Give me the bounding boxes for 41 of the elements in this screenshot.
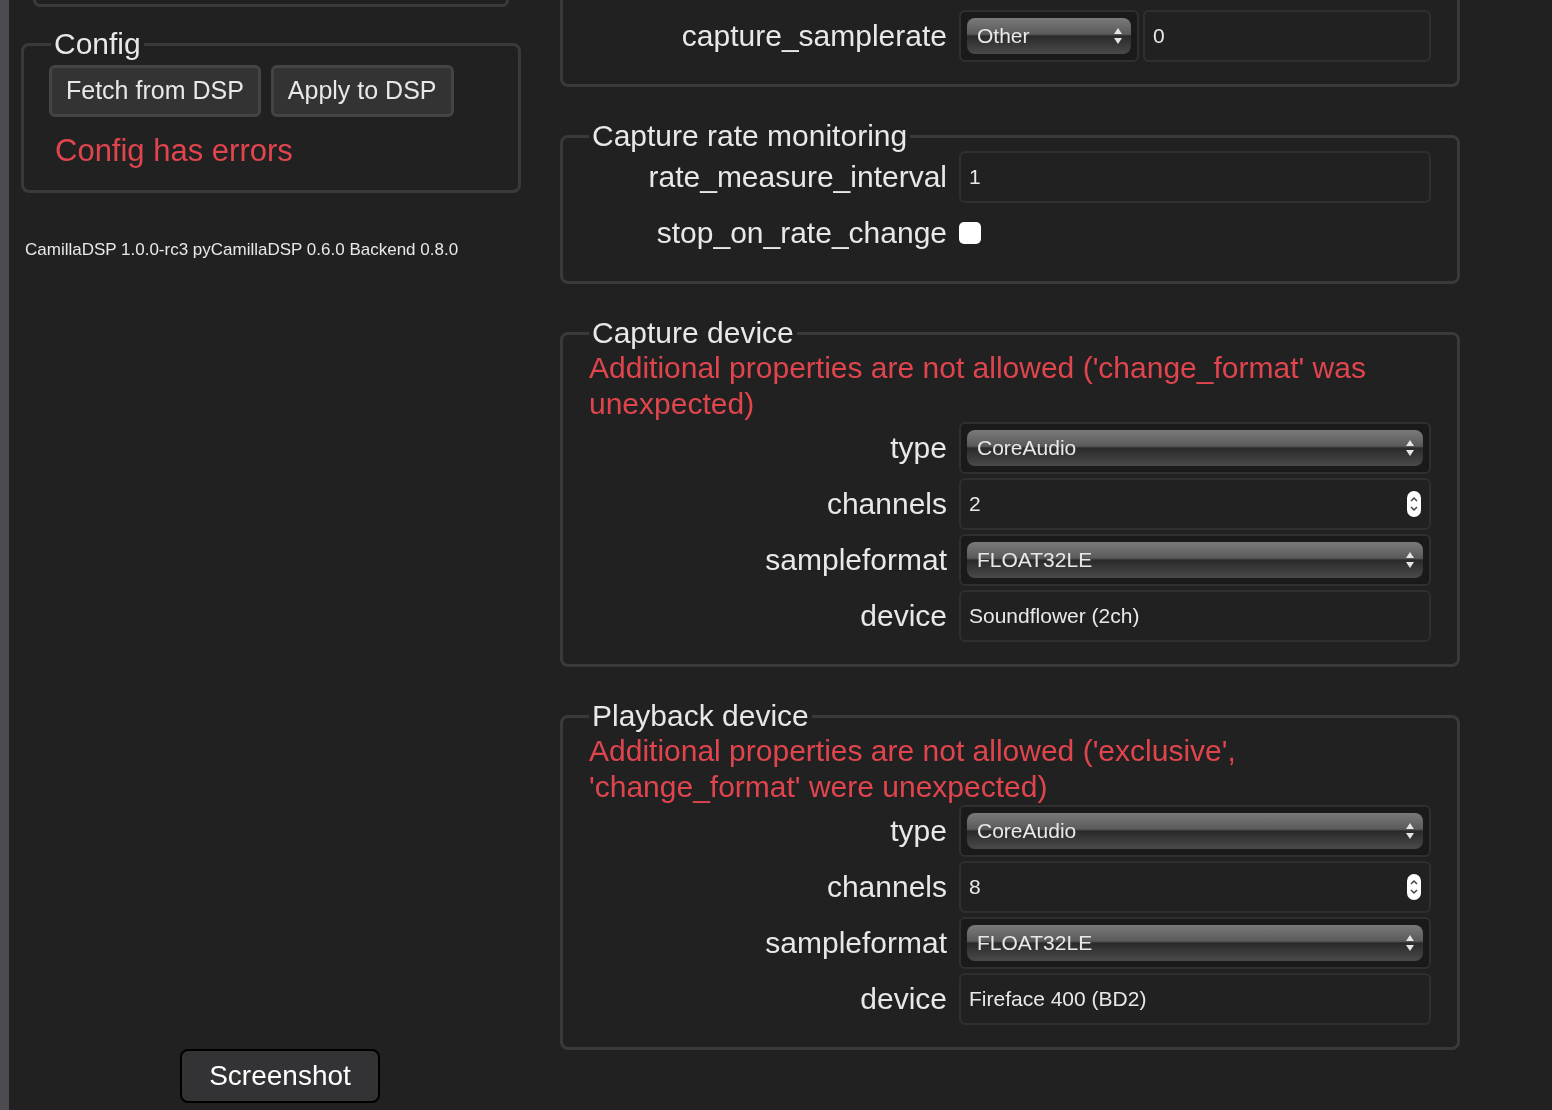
dropdown-select[interactable]: CoreAudio	[959, 422, 1431, 474]
updown-arrows-icon	[1405, 822, 1415, 840]
field-label: sampleformat	[764, 928, 947, 958]
input-field[interactable]: 0	[1143, 10, 1431, 62]
spinner-icon[interactable]	[1407, 491, 1421, 517]
dropdown-select[interactable]: FLOAT32LE	[959, 917, 1431, 969]
updown-arrows-icon	[1113, 27, 1123, 45]
input-field[interactable]: Fireface 400 (BD2)	[959, 973, 1431, 1025]
error-message: Additional properties are not allowed ('change_format' was unexpected)	[589, 350, 1367, 422]
input-field[interactable]: Soundflower (2ch)	[959, 590, 1431, 642]
field-label: type	[889, 433, 947, 463]
number-field[interactable]: 8	[959, 861, 1431, 913]
field-label: type	[889, 816, 947, 846]
dropdown-select[interactable]: FLOAT32LE	[959, 534, 1431, 586]
tooltip: Screenshot	[180, 1049, 380, 1103]
updown-arrows-icon	[1405, 934, 1415, 952]
error-message: Additional properties are not allowed ('exclusive', 'change_format' were unexpected)	[589, 733, 1237, 805]
input-field[interactable]: 1	[959, 151, 1431, 203]
field-label: device	[859, 601, 947, 631]
error-message: Config has errors	[55, 135, 294, 166]
updown-arrows-icon	[1405, 551, 1415, 569]
number-field[interactable]: 2	[959, 478, 1431, 530]
field-label: stop_on_rate_change	[655, 218, 947, 248]
field-label: rate_measure_interval	[647, 162, 947, 192]
spinner-icon[interactable]	[1407, 874, 1421, 900]
dsp-button[interactable]: Fetch from DSP	[49, 65, 261, 117]
version-text: CamillaDSP 1.0.0-rc3 pyCamillaDSP 0.6.0 Backend 0.8.0	[25, 239, 460, 261]
field-label: channels	[825, 872, 947, 902]
dropdown-select[interactable]: Other	[959, 10, 1139, 62]
section-title: Playback device	[591, 701, 810, 731]
field-label: sampleformat	[764, 545, 947, 575]
dsp-button[interactable]: Apply to DSP	[270, 65, 454, 117]
field-label: device	[859, 984, 947, 1014]
section-title: Capture rate monitoring	[591, 121, 909, 151]
section-title: Config	[53, 29, 142, 59]
updown-arrows-icon	[1405, 439, 1415, 457]
section-title: Capture device	[591, 318, 795, 348]
dropdown-select[interactable]: CoreAudio	[959, 805, 1431, 857]
field-label: capture_samplerate	[680, 21, 947, 51]
checkbox[interactable]	[959, 222, 981, 244]
field-label: channels	[825, 489, 947, 519]
